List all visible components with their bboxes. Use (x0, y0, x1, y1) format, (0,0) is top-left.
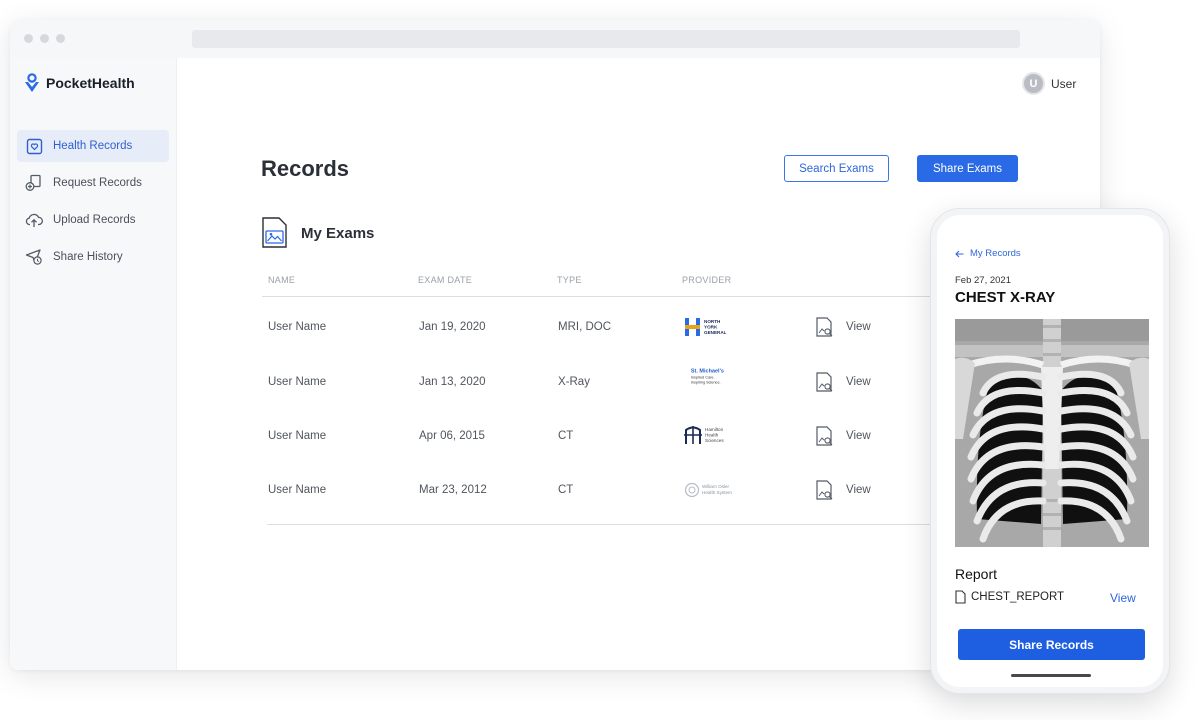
svg-text:St. Michael's: St. Michael's (691, 368, 724, 374)
browser-titlebar (10, 20, 1100, 58)
sidebar: PocketHealth Health Records Request Reco… (10, 58, 177, 670)
svg-text:Inspired Care.: Inspired Care. (691, 376, 715, 380)
svg-text:GENERAL: GENERAL (704, 330, 727, 335)
arrow-left-icon (955, 250, 964, 257)
table-header-divider (262, 296, 962, 297)
exam-type: MRI, DOC (558, 321, 612, 333)
column-header-exam-date[interactable]: EXAM DATE (418, 275, 472, 285)
exam-type: CT (558, 430, 574, 442)
view-document-icon (816, 317, 833, 337)
view-label: View (846, 430, 871, 442)
north-york-general-logo: NORTH YORK GENERAL (685, 318, 727, 336)
sidebar-item-upload-records[interactable]: Upload Records (17, 204, 169, 236)
share-exams-button[interactable]: Share Exams (917, 155, 1018, 182)
report-file: CHEST_REPORT (955, 590, 1064, 604)
view-document-icon (816, 372, 833, 392)
exam-type: X-Ray (558, 376, 590, 388)
window-minimize-dot[interactable] (40, 34, 49, 43)
section-title: My Exams (301, 225, 375, 242)
report-heading: Report (955, 566, 998, 582)
app-logo[interactable]: PocketHealth (24, 70, 135, 96)
exam-patient-name: User Name (268, 376, 327, 388)
view-exam-link[interactable]: View (816, 372, 871, 392)
home-indicator (1011, 674, 1091, 677)
avatar: U (1022, 72, 1045, 95)
sidebar-item-share-history[interactable]: Share History (17, 241, 169, 273)
back-link-label: My Records (970, 248, 1021, 259)
back-to-my-records-link[interactable]: My Records (955, 248, 1021, 259)
exams-image-icon (262, 217, 287, 248)
window-close-dot[interactable] (24, 34, 33, 43)
exam-type: CT (558, 484, 574, 496)
sidebar-item-label: Health Records (53, 140, 133, 152)
exam-date: Mar 23, 2012 (419, 484, 487, 496)
sidebar-item-label: Share History (53, 251, 123, 263)
share-records-button[interactable]: Share Records (958, 629, 1145, 660)
health-records-icon (25, 137, 43, 155)
upload-cloud-icon (25, 211, 43, 229)
svg-text:William Osler: William Osler (702, 484, 730, 489)
svg-text:YORK: YORK (704, 325, 718, 330)
exam-title: CHEST X-RAY (955, 289, 1056, 306)
report-file-name: CHEST_REPORT (971, 591, 1065, 603)
exam-date: Jan 13, 2020 (419, 376, 486, 388)
svg-text:Hamilton: Hamilton (705, 427, 724, 432)
column-header-provider[interactable]: PROVIDER (682, 275, 731, 285)
hamilton-health-sciences-logo: Hamilton Health Sciences (684, 426, 724, 444)
window-maximize-dot[interactable] (56, 34, 65, 43)
view-exam-link[interactable]: View (816, 426, 871, 446)
pockethealth-logo-icon (25, 73, 39, 92)
view-report-link[interactable]: View (1110, 591, 1136, 605)
table-bottom-divider (267, 524, 967, 525)
app-name: PocketHealth (46, 75, 135, 91)
exam-patient-name: User Name (268, 321, 327, 333)
view-exam-link[interactable]: View (816, 480, 871, 500)
phone-mockup: My Records Feb 27, 2021 CHEST X-RAY Repo… (930, 208, 1170, 694)
column-header-type[interactable]: TYPE (557, 275, 582, 285)
svg-text:Sciences: Sciences (705, 438, 724, 443)
view-label: View (846, 484, 871, 496)
view-label: View (846, 376, 871, 388)
address-bar[interactable] (192, 30, 1020, 48)
exam-patient-name: User Name (268, 484, 327, 496)
sidebar-item-health-records[interactable]: Health Records (17, 130, 169, 162)
request-records-icon (25, 174, 43, 192)
st-michaels-logo: St. Michael's Inspired Care. Inspiring S… (691, 368, 724, 384)
exam-patient-name: User Name (268, 430, 327, 442)
svg-text:Health System: Health System (702, 490, 732, 495)
exam-date: Jan 19, 2020 (419, 321, 486, 333)
exam-date: Feb 27, 2021 (955, 275, 1011, 286)
svg-text:Health: Health (705, 433, 719, 438)
view-exam-link[interactable]: View (816, 317, 871, 337)
chest-xray-image[interactable] (955, 319, 1149, 547)
search-exams-button[interactable]: Search Exams (784, 155, 889, 182)
share-history-icon (25, 248, 43, 266)
view-document-icon (816, 480, 833, 500)
file-icon (955, 590, 966, 604)
svg-text:Inspiring Science.: Inspiring Science. (691, 380, 721, 384)
user-menu[interactable]: U User (1022, 72, 1076, 95)
william-osler-logo: William Osler Health System (684, 482, 732, 498)
view-document-icon (816, 426, 833, 446)
view-label: View (846, 321, 871, 333)
sidebar-item-label: Upload Records (53, 214, 136, 226)
column-header-name[interactable]: NAME (268, 275, 295, 285)
exam-date: Apr 06, 2015 (419, 430, 485, 442)
svg-text:NORTH: NORTH (704, 319, 721, 324)
sidebar-item-label: Request Records (53, 177, 142, 189)
page-title: Records (261, 156, 350, 181)
sidebar-item-request-records[interactable]: Request Records (17, 167, 169, 199)
phone-screen: My Records Feb 27, 2021 CHEST X-RAY Repo… (941, 219, 1159, 685)
user-name: User (1051, 76, 1077, 91)
